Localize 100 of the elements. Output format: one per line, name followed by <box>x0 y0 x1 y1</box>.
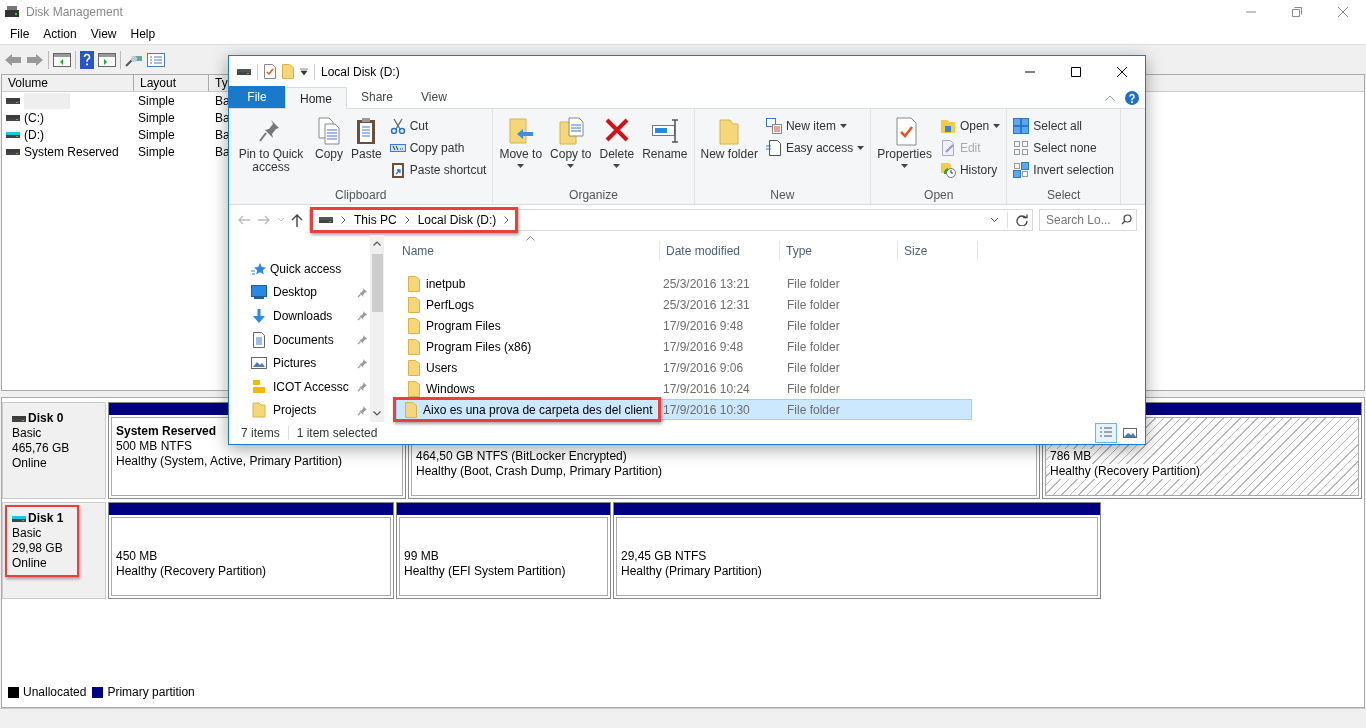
star-icon[interactable] <box>251 261 266 276</box>
file-name[interactable]: Users <box>426 358 458 377</box>
address-field[interactable]: This PC Local Disk (D:) <box>309 209 1033 231</box>
picture-icon <box>251 355 267 372</box>
nav-item[interactable]: ICOT Accessc <box>251 377 349 396</box>
file-row[interactable]: Program Files 17/9/2016 9:48 File folder <box>396 315 972 336</box>
ribbon-button[interactable]: Pin to Quick access <box>232 112 310 186</box>
file-row[interactable]: Users 17/9/2016 9:06 File folder <box>396 357 972 378</box>
dropdown-icon[interactable] <box>990 217 999 223</box>
help-icon[interactable] <box>1125 90 1139 105</box>
pin-icon[interactable] <box>357 334 368 345</box>
refresh-icon[interactable] <box>1016 214 1028 226</box>
ribbon-button[interactable]: Copy path <box>388 138 488 157</box>
up-icon[interactable] <box>291 213 303 227</box>
pin-icon[interactable] <box>357 357 368 369</box>
checklist-icon[interactable] <box>147 52 165 67</box>
table-cell: 17/9/2016 10:30 <box>663 402 750 417</box>
ribbon-button[interactable]: Copy to <box>547 112 595 186</box>
file-name[interactable]: Program Files (x86) <box>426 337 532 356</box>
nav-item[interactable]: Documents <box>251 330 334 349</box>
table-cell-text: System Reserved <box>24 143 119 161</box>
disk-info: Basic <box>12 526 43 541</box>
search-field[interactable]: Search Lo... <box>1039 209 1137 231</box>
menu-item[interactable]: Action <box>36 25 84 43</box>
history-icon <box>939 161 956 178</box>
file-row[interactable]: Windows 17/9/2016 10:24 File folder <box>396 378 972 399</box>
ribbon-button[interactable]: New folder <box>697 112 761 186</box>
ribbon-tab[interactable]: View <box>407 86 461 108</box>
help-icon[interactable] <box>80 50 94 69</box>
pin-icon[interactable] <box>357 310 368 322</box>
file-row[interactable]: Program Files (x86) 17/9/2016 9:48 File folder <box>396 336 972 357</box>
partition[interactable]: 450 MB Healthy (Recovery Partition) <box>108 502 394 599</box>
ribbon-button[interactable]: Cut <box>388 116 488 135</box>
file-row[interactable]: Aixo es una prova de carpeta des del client 17/9/2016 10:30 File folder <box>396 399 972 420</box>
partition[interactable]: 29,45 GB NTFS Healthy (Primary Partition) <box>613 502 1101 599</box>
scroll-down-icon[interactable] <box>373 411 381 416</box>
partition[interactable]: 99 MB Healthy (EFI System Partition) <box>396 502 611 599</box>
forward-icon[interactable] <box>257 214 271 226</box>
menu-item[interactable]: View <box>83 25 124 43</box>
nav-item[interactable]: Pictures <box>251 354 317 373</box>
nav-item[interactable]: Projects <box>251 401 317 420</box>
pane-icon[interactable] <box>98 52 116 67</box>
select-none-icon <box>1013 139 1030 156</box>
ribbon-button[interactable]: New item <box>764 116 866 135</box>
back-icon[interactable] <box>237 214 251 226</box>
ribbon-tab[interactable]: Share <box>347 86 408 108</box>
back-icon[interactable] <box>4 52 22 67</box>
column-header[interactable]: Name <box>402 242 434 260</box>
properties-icon[interactable] <box>264 64 276 79</box>
window-title: Local Disk (D:) <box>321 63 400 81</box>
pin-icon[interactable] <box>357 286 368 298</box>
recent-locations-icon[interactable] <box>277 217 285 223</box>
ribbon-button[interactable]: Move to <box>496 112 546 186</box>
ribbon-button[interactable]: Copy <box>312 112 346 186</box>
ribbon-button[interactable]: Delete <box>596 112 638 186</box>
scrollbar-thumb[interactable] <box>371 254 383 312</box>
nav-item[interactable]: Downloads <box>251 306 333 325</box>
ribbon-button[interactable]: Select none <box>1012 138 1115 157</box>
forward-icon[interactable] <box>26 52 44 67</box>
menu-item[interactable]: File <box>3 25 37 43</box>
scroll-up-icon[interactable] <box>373 241 381 246</box>
pin-icon[interactable] <box>357 381 368 393</box>
ribbon-button[interactable]: Open <box>938 116 1002 135</box>
ribbon-button[interactable]: Rename <box>639 112 691 186</box>
column-header[interactable]: Layout <box>134 75 209 91</box>
file-name[interactable]: Program Files <box>426 316 501 335</box>
legend-label: Unallocated <box>23 684 87 701</box>
file-menu-button[interactable]: File <box>229 86 285 108</box>
ribbon-button[interactable]: Select all <box>1012 116 1115 135</box>
file-name[interactable]: PerfLogs <box>426 295 475 314</box>
pane-icon[interactable] <box>53 52 71 67</box>
column-header[interactable]: Size <box>904 242 928 260</box>
file-row[interactable]: PerfLogs 25/3/2016 12:31 File folder <box>396 294 972 315</box>
ribbon-button[interactable]: Properties <box>874 112 935 186</box>
search-icon[interactable] <box>1121 214 1132 225</box>
caret-icon[interactable] <box>300 67 308 76</box>
folder-icon[interactable] <box>282 64 294 79</box>
file-name[interactable]: inetpub <box>426 274 466 293</box>
menu-item[interactable]: Help <box>123 25 163 43</box>
file-name[interactable]: Windows <box>426 379 475 398</box>
column-header[interactable]: Volume <box>2 75 134 91</box>
breadcrumb-item[interactable]: This PC <box>354 211 397 229</box>
file-row[interactable]: inetpub 25/3/2016 13:21 File folder <box>396 273 972 294</box>
collapse-ribbon-icon[interactable] <box>1105 94 1115 101</box>
column-header[interactable]: Date modified <box>666 242 741 260</box>
nav-item[interactable]: Desktop <box>251 283 318 302</box>
chevron-icon[interactable] <box>404 216 410 224</box>
breadcrumb-item[interactable]: Local Disk (D:) <box>417 211 497 229</box>
ribbon-button[interactable]: Easy access <box>764 138 866 157</box>
ribbon-tab[interactable]: Home <box>285 87 347 109</box>
chevron-icon[interactable] <box>341 216 346 224</box>
file-name[interactable]: Aixo es una prova de carpeta des del client <box>423 400 653 419</box>
pin-icon[interactable] <box>357 404 368 416</box>
chevron-icon[interactable] <box>504 216 510 224</box>
ribbon-button[interactable]: Invert selection <box>1012 160 1115 179</box>
ribbon-button[interactable]: Paste <box>348 112 385 186</box>
ribbon-button[interactable]: History <box>938 160 1002 179</box>
nav-item[interactable]: Quick access <box>270 259 342 278</box>
ribbon-button[interactable]: Paste shortcut <box>388 160 488 179</box>
column-header[interactable]: Type <box>786 242 812 260</box>
